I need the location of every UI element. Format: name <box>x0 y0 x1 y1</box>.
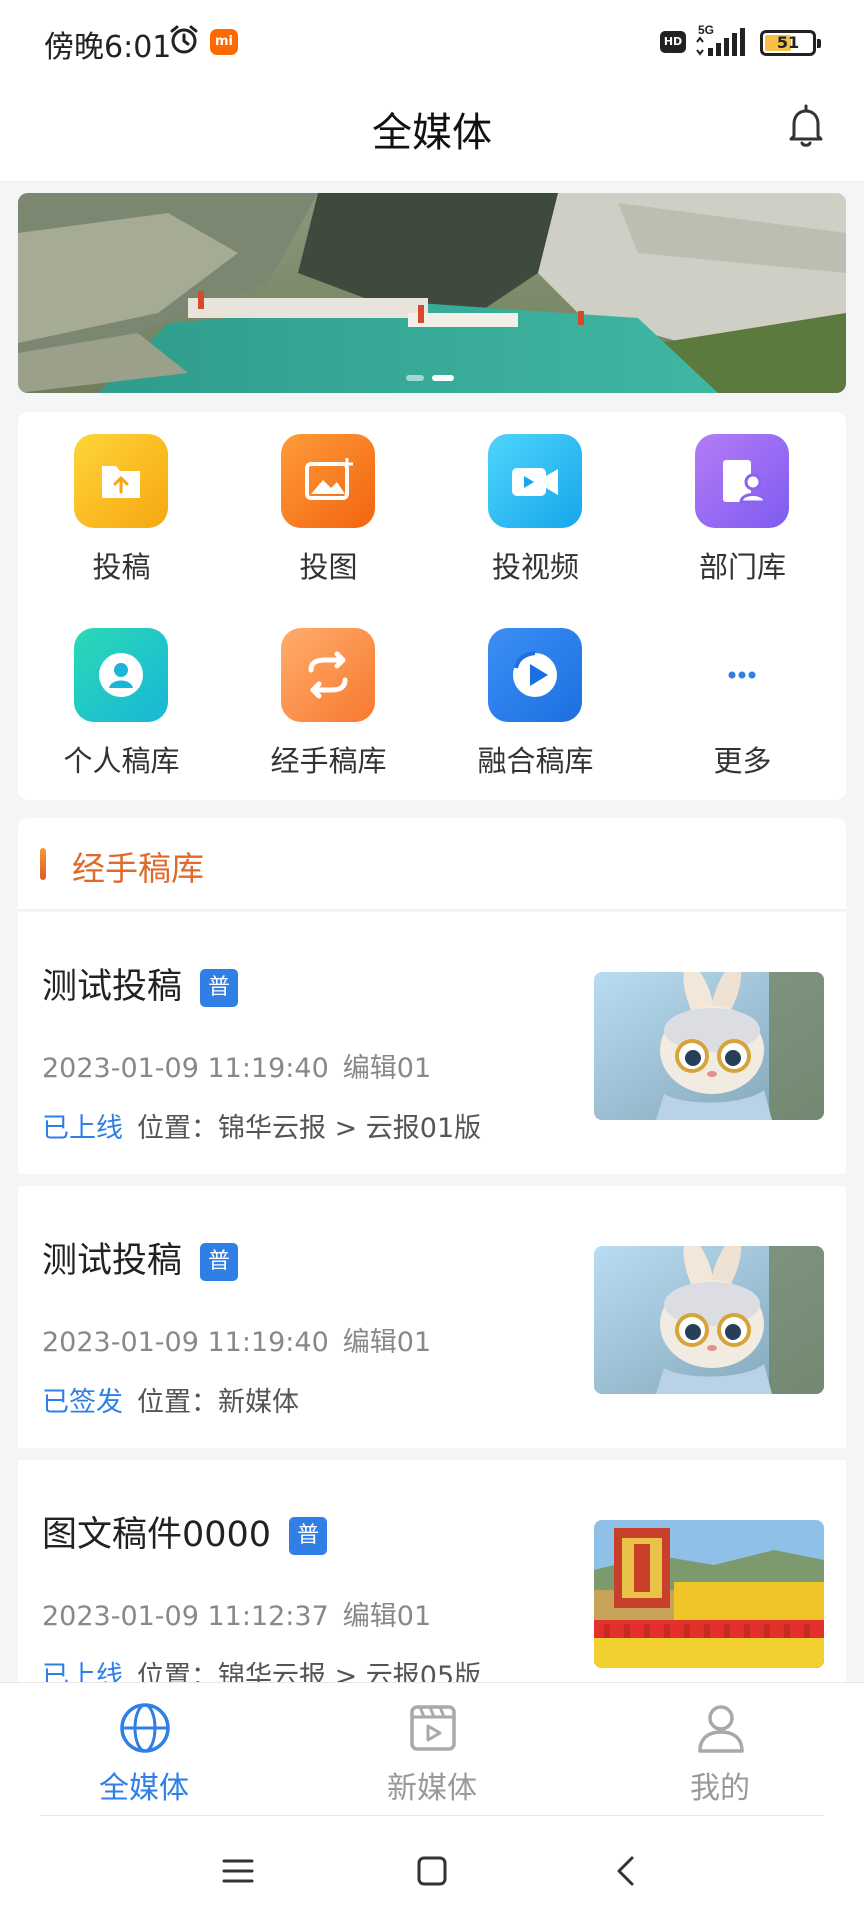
section-accent-bar <box>40 848 46 880</box>
item-datetime: 2023-01-09 11:19:40 <box>42 1327 329 1358</box>
rabbit-thumbnail-image <box>594 972 824 1120</box>
home-square-icon[interactable] <box>412 1851 452 1891</box>
carousel-dot[interactable] <box>406 375 424 381</box>
banner-carousel[interactable] <box>18 193 846 393</box>
grid-item-department-library[interactable]: 部门库 <box>639 412 846 592</box>
upload-folder-icon <box>74 434 168 528</box>
grid-label: 个人稿库 <box>63 744 180 778</box>
item-thumbnail <box>594 1520 824 1668</box>
item-editor: 编辑01 <box>342 1327 432 1358</box>
grid-label: 投图 <box>299 550 358 584</box>
grid-item-more[interactable]: 更多 <box>639 606 846 786</box>
grid-item-fusion-library[interactable]: 融合稿库 <box>432 606 639 786</box>
item-title: 测试投稿普 <box>42 1232 239 1283</box>
festival-thumbnail-image <box>594 1520 824 1668</box>
grid-label: 投稿 <box>92 550 151 584</box>
alarm-clock-icon <box>170 25 198 54</box>
tab-new-media[interactable]: 新媒体 <box>288 1683 576 1813</box>
item-thumbnail <box>594 1246 824 1394</box>
carousel-indicator <box>406 375 466 381</box>
grid-item-submit[interactable]: 投稿 <box>18 412 225 592</box>
item-datetime: 2023-01-09 11:12:37 <box>42 1601 329 1632</box>
item-editor: 编辑01 <box>342 1053 432 1084</box>
rabbit-thumbnail-image <box>594 1246 824 1394</box>
hd-icon: HD <box>660 31 686 53</box>
status-time: 傍晚6:01 <box>44 30 172 65</box>
item-thumbnail <box>594 972 824 1120</box>
item-status-line: 已签发 位置：新媒体 <box>42 1380 299 1419</box>
carousel-dot-active[interactable] <box>432 375 454 381</box>
video-camera-icon <box>488 434 582 528</box>
globe-icon <box>120 1703 170 1753</box>
list-item[interactable]: 测试投稿普 2023-01-09 11:19:40 编辑01 已上线 位置：锦华云报… <box>18 912 846 1180</box>
tab-all-media[interactable]: 全媒体 <box>0 1683 288 1813</box>
grid-label: 投视频 <box>491 550 579 584</box>
item-title: 图文稿件0000 普 <box>42 1506 328 1557</box>
grid-item-personal-library[interactable]: 个人稿库 <box>18 606 225 786</box>
grid-label: 更多 <box>713 744 772 778</box>
person-icon <box>74 628 168 722</box>
signal-5g-icon: 5G <box>696 23 745 56</box>
media-player-icon <box>410 1705 456 1751</box>
normal-badge: 普 <box>200 1243 239 1281</box>
tab-label: 我的 <box>690 1771 750 1806</box>
function-grid: 投稿 投图 投视频 部门库 个人稿库 经手稿库 融合稿库 更多 <box>18 412 846 800</box>
menu-icon[interactable] <box>218 1851 258 1891</box>
item-location: 位置：新媒体 <box>137 1387 299 1418</box>
grid-label: 部门库 <box>698 550 786 584</box>
grid-label: 融合稿库 <box>477 744 594 778</box>
status-label: 已上线 <box>42 1113 123 1144</box>
page-title: 全媒体 <box>372 110 492 156</box>
battery-level: 51 <box>776 33 800 52</box>
section-title: 经手稿库 <box>72 849 204 888</box>
bottom-navigation: 全媒体 新媒体 我的 <box>0 1682 864 1920</box>
status-label: 已签发 <box>42 1387 123 1418</box>
item-datetime: 2023-01-09 11:19:40 <box>42 1053 329 1084</box>
list-item[interactable]: 测试投稿普 2023-01-09 11:19:40 编辑01 已签发 位置：新媒体 <box>18 1186 846 1454</box>
battery-icon: 51 <box>760 30 821 56</box>
swap-arrows-icon <box>281 628 375 722</box>
grid-item-submit-video[interactable]: 投视频 <box>432 412 639 592</box>
section-header: 经手稿库 <box>18 818 846 910</box>
item-location: 位置：锦华云报 > 云报01版 <box>137 1113 482 1144</box>
normal-badge: 普 <box>200 969 239 1007</box>
user-profile-icon <box>698 1705 744 1753</box>
grid-item-handled-library[interactable]: 经手稿库 <box>225 606 432 786</box>
item-editor: 编辑01 <box>342 1601 432 1632</box>
more-dots-icon <box>695 628 789 722</box>
play-circle-icon <box>488 628 582 722</box>
tab-label: 新媒体 <box>387 1771 477 1806</box>
app-header: 全媒体 <box>0 80 864 182</box>
item-status-line: 已上线 位置：锦华云报 > 云报01版 <box>42 1106 481 1145</box>
tab-label: 全媒体 <box>99 1771 189 1806</box>
back-arrow-icon[interactable] <box>606 1851 646 1891</box>
divider <box>40 1815 824 1816</box>
item-meta: 2023-01-09 11:12:37 编辑01 <box>42 1594 431 1633</box>
normal-badge: 普 <box>289 1517 328 1555</box>
item-meta: 2023-01-09 11:19:40 编辑01 <box>42 1046 431 1085</box>
grid-label: 经手稿库 <box>270 744 387 778</box>
department-icon <box>695 434 789 528</box>
svg-text:5G: 5G <box>698 23 714 37</box>
dam-reservoir-image <box>18 193 846 393</box>
item-title: 测试投稿普 <box>42 958 239 1009</box>
tab-mine[interactable]: 我的 <box>576 1683 864 1813</box>
item-meta: 2023-01-09 11:19:40 编辑01 <box>42 1320 431 1359</box>
bell-icon[interactable] <box>786 102 826 150</box>
grid-item-submit-image[interactable]: 投图 <box>225 412 432 592</box>
mi-app-icon: mi <box>210 29 238 55</box>
image-add-icon <box>281 434 375 528</box>
status-bar: 傍晚6:01 mi HD 5G 51 <box>0 0 864 80</box>
